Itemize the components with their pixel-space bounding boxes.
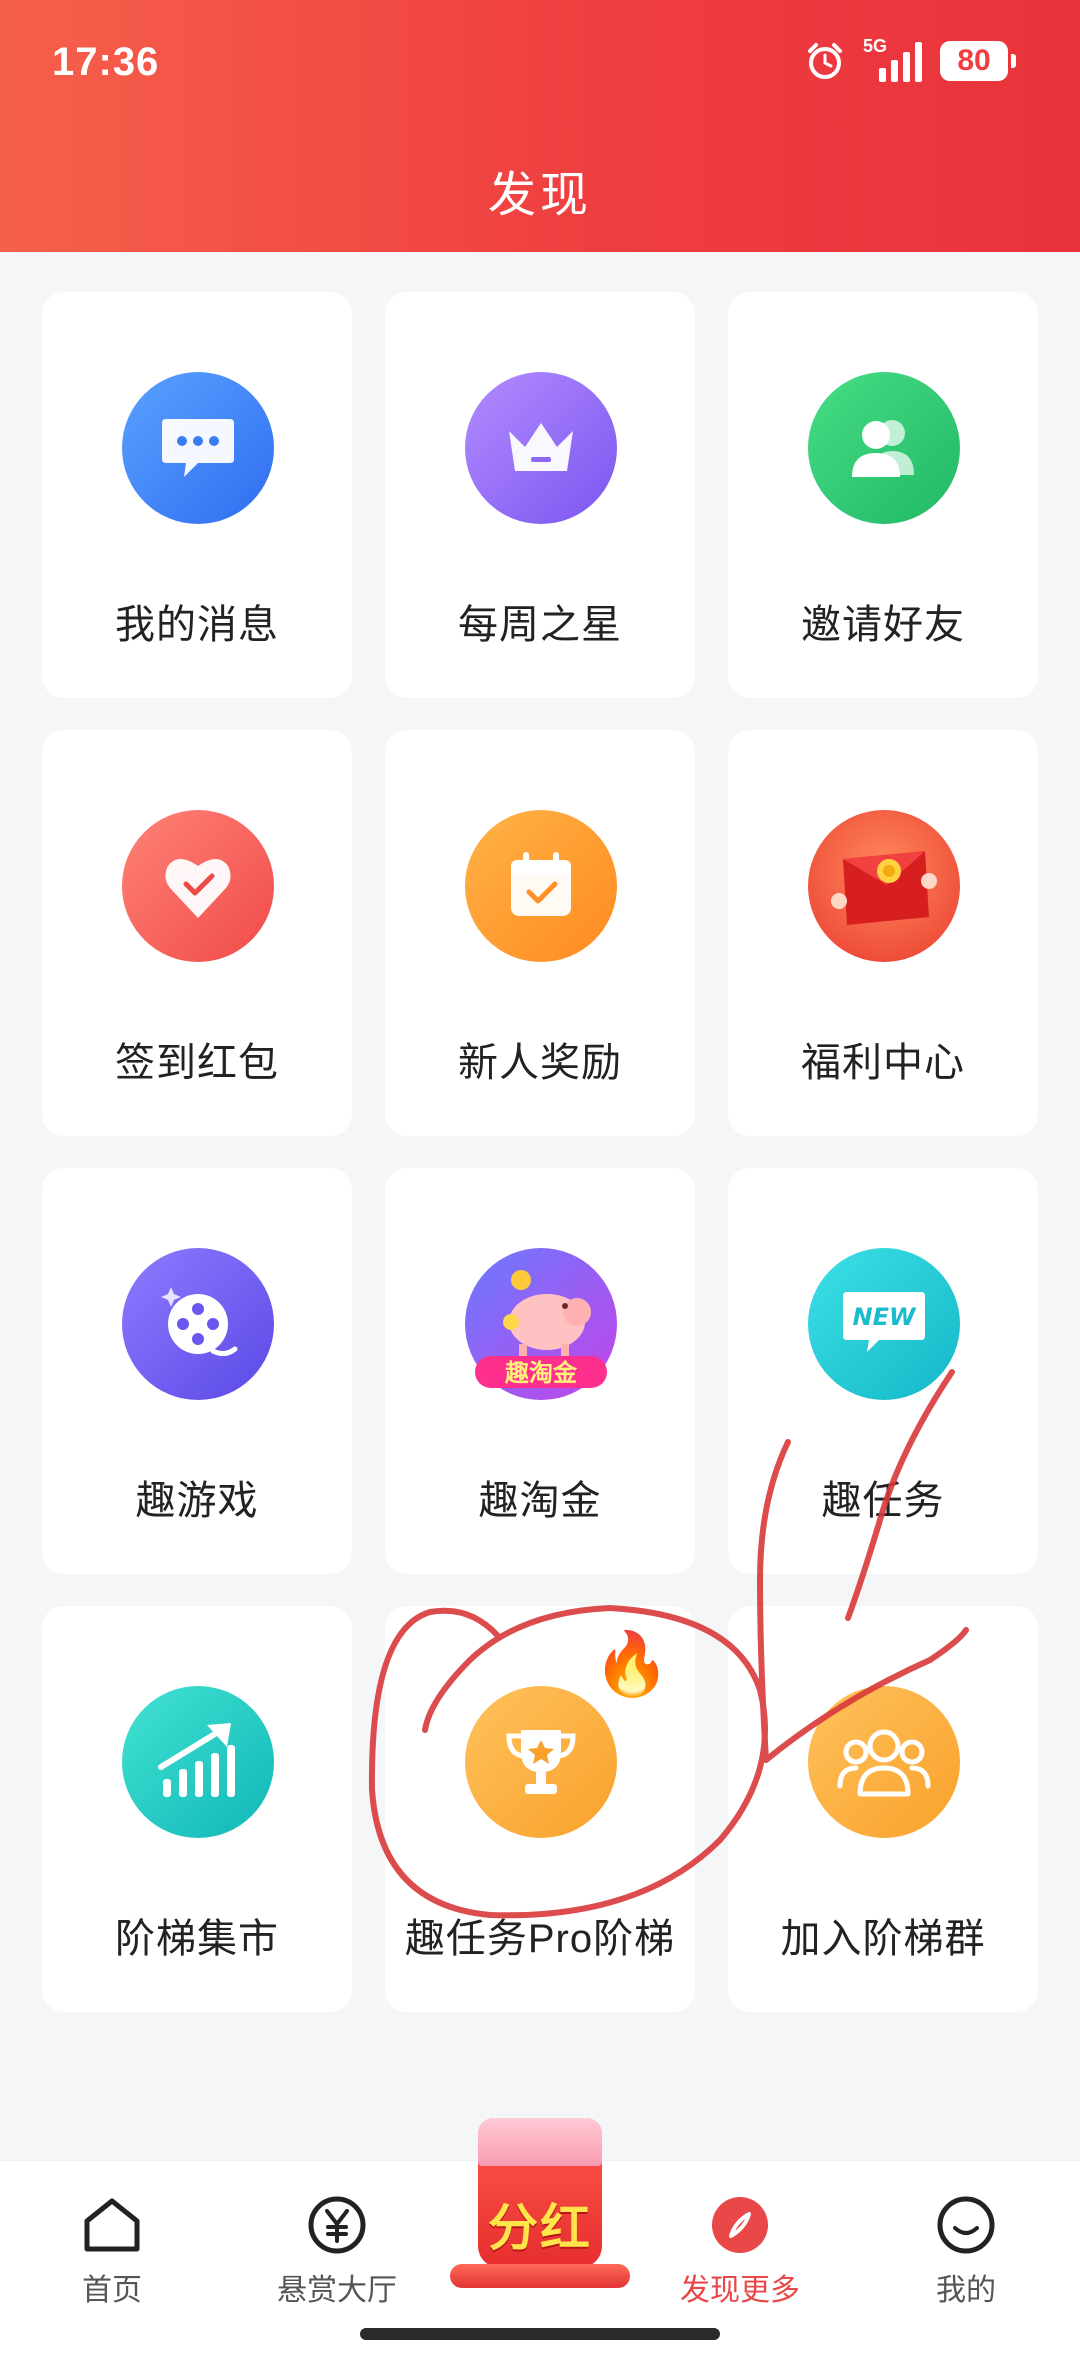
yen-icon [247, 2189, 427, 2261]
growth-chart-icon [122, 1686, 274, 1838]
card-label: 新人奖励 [458, 1041, 622, 1085]
red-envelope-icon [808, 810, 960, 962]
dividend-label: 分红 [488, 2200, 592, 2256]
card-label: 每周之星 [458, 603, 622, 647]
nav-label: 发现更多 [680, 2274, 800, 2307]
red-bag-top [478, 2118, 602, 2166]
card-label: 趣游戏 [135, 1479, 259, 1523]
card-label: 趣任务Pro阶梯 [404, 1917, 676, 1961]
home-indicator[interactable] [360, 2328, 720, 2340]
card-checkin-redpacket[interactable]: 签到红包 [42, 730, 352, 1136]
page-title: 发现 [487, 169, 592, 222]
new-badge-text: NEW [853, 1303, 917, 1331]
signal-icon: 5G [863, 36, 922, 82]
new-speech-icon: NEW [808, 1248, 960, 1400]
compass-icon [650, 2189, 830, 2261]
trophy-icon [465, 1686, 617, 1838]
card-label: 邀请好友 [801, 603, 965, 647]
nav-label: 我的 [936, 2274, 996, 2307]
status-bar: 17:36 5G 80 [0, 0, 1080, 130]
chat-bubble-icon [122, 372, 274, 524]
dividend-button[interactable]: 分红 [450, 2118, 630, 2288]
home-icon [22, 2189, 202, 2261]
card-label: 阶梯集市 [115, 1917, 279, 1961]
pig-badge-text: 趣淘金 [504, 1359, 578, 1387]
group-icon [808, 1686, 960, 1838]
card-label: 我的消息 [115, 603, 279, 647]
smile-icon [876, 2189, 1056, 2261]
heart-check-icon [122, 810, 274, 962]
card-fun-tasks[interactable]: NEW 趣任务 [728, 1168, 1038, 1574]
card-invite-friends[interactable]: 邀请好友 [728, 292, 1038, 698]
card-fun-gold[interactable]: 趣淘金 趣淘金 [385, 1168, 695, 1574]
nav-home[interactable]: 首页 [22, 2189, 202, 2309]
card-fun-games[interactable]: 趣游戏 [42, 1168, 352, 1574]
nav-discover-more[interactable]: 发现更多 [650, 2189, 830, 2309]
card-my-messages[interactable]: 我的消息 [42, 292, 352, 698]
nav-label: 首页 [82, 2274, 142, 2307]
fire-icon: 🔥 [593, 1630, 671, 1699]
nav-mine[interactable]: 我的 [876, 2189, 1056, 2309]
status-icons: 5G 80 [805, 36, 1016, 82]
card-label: 趣任务 [821, 1479, 945, 1523]
red-bag-base [450, 2264, 630, 2288]
card-join-ladder-group[interactable]: 加入阶梯群 [728, 1606, 1038, 2012]
card-label: 签到红包 [115, 1041, 279, 1085]
battery-icon: 80 [940, 41, 1016, 81]
card-label: 趣淘金 [478, 1479, 602, 1523]
card-task-pro-ladder[interactable]: 🔥 趣任务Pro阶梯 [385, 1606, 695, 2012]
crown-icon [465, 372, 617, 524]
top-header: 17:36 5G 80 发现 [0, 0, 1080, 252]
card-label: 福利中心 [801, 1041, 965, 1085]
status-time: 17:36 [52, 40, 160, 84]
card-ladder-market[interactable]: 阶梯集市 [42, 1606, 352, 2012]
pig-coin-icon: 趣淘金 [465, 1248, 617, 1400]
alarm-icon [805, 41, 845, 81]
card-label: 加入阶梯群 [780, 1917, 986, 1961]
people-icon [808, 372, 960, 524]
card-newbie-reward[interactable]: 新人奖励 [385, 730, 695, 1136]
nav-label: 悬赏大厅 [277, 2274, 397, 2307]
network-type: 5G [863, 36, 888, 56]
card-weekly-star[interactable]: 每周之星 [385, 292, 695, 698]
film-reel-icon [122, 1248, 274, 1400]
nav-reward-hall[interactable]: 悬赏大厅 [247, 2189, 427, 2309]
card-welfare-center[interactable]: 福利中心 [728, 730, 1038, 1136]
calendar-check-icon [465, 810, 617, 962]
